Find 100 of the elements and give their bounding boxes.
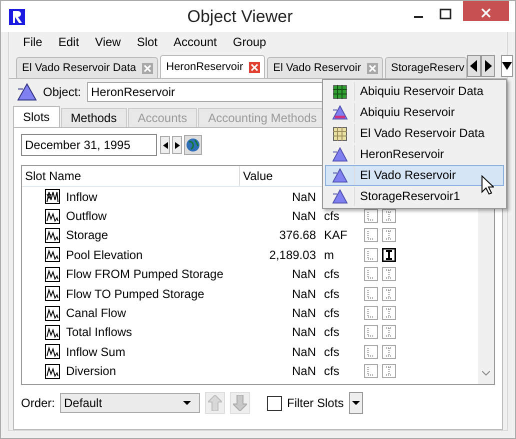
flag-icon xyxy=(364,209,378,224)
slot-name: Inflow Sum xyxy=(65,344,126,359)
menu-item[interactable]: File xyxy=(15,35,50,49)
flag-icon xyxy=(364,364,378,378)
object-tab[interactable]: StorageReserv xyxy=(385,57,468,78)
scroll-right-button[interactable] xyxy=(481,55,496,77)
slot-unit: cfs xyxy=(324,364,340,378)
slot-value: 376.68 xyxy=(278,228,316,242)
down-triangle-icon xyxy=(183,401,192,405)
close-icon xyxy=(481,8,491,18)
right-triangle-icon xyxy=(484,60,492,72)
slot-unit: m xyxy=(324,248,334,262)
right-triangle-icon xyxy=(174,142,180,148)
reservoir-icon xyxy=(332,105,348,120)
series-icon xyxy=(45,228,60,243)
slot-name: Inflow xyxy=(65,190,98,204)
object-label: Object: xyxy=(43,85,82,99)
order-label: Order: xyxy=(21,396,56,410)
menu-item[interactable]: Slot xyxy=(128,35,166,49)
slot-unit: cfs xyxy=(324,325,340,340)
menu-item[interactable]: Group xyxy=(224,35,274,49)
menu-item[interactable]: Edit xyxy=(50,35,88,49)
slot-unit: cfs xyxy=(324,344,340,359)
previous-button[interactable] xyxy=(160,136,170,154)
flag-icon xyxy=(364,267,378,282)
filter-dropdown-button[interactable] xyxy=(348,392,363,414)
left-triangle-icon xyxy=(162,142,168,148)
slot-name: Canal Flow xyxy=(65,306,128,320)
close-icon[interactable] xyxy=(249,62,260,72)
object-tab[interactable]: El Vado Reservoir Data xyxy=(16,57,158,78)
slot-value: NaN xyxy=(290,344,316,359)
order-dropdown[interactable]: Default xyxy=(60,393,200,413)
down-triangle-icon xyxy=(502,62,512,70)
slot-value: NaN xyxy=(290,190,316,204)
slot-unit: KAF xyxy=(324,228,348,242)
tab-list-button[interactable] xyxy=(501,55,514,77)
slot-name: Outflow xyxy=(65,209,108,224)
slot-name: Flow TO Pumped Storage xyxy=(65,286,206,301)
window-title: Object Viewer xyxy=(186,6,294,26)
reservoir-icon xyxy=(332,189,348,204)
slot-name: Total Inflows xyxy=(65,325,134,340)
filter-checkbox[interactable] xyxy=(267,396,282,410)
slot-value: 2,189.03 xyxy=(268,248,316,262)
globe-button[interactable] xyxy=(184,135,202,155)
app-logo-icon xyxy=(9,8,25,24)
flag-icon xyxy=(364,306,378,320)
reservoir-icon xyxy=(332,168,348,183)
series-icon xyxy=(45,344,60,360)
grid-icon xyxy=(333,126,347,140)
flag-icon xyxy=(364,325,378,340)
view-tab[interactable]: Methods xyxy=(60,108,127,127)
scroll-down-icon[interactable] xyxy=(482,371,490,376)
reservoir-icon xyxy=(17,83,37,101)
flag-icon xyxy=(364,248,378,262)
left-triangle-icon xyxy=(470,60,478,72)
slot-value: NaN xyxy=(290,267,316,282)
menu-item[interactable]: View xyxy=(87,35,129,49)
object-tab[interactable]: HeronReservoir xyxy=(160,55,266,78)
slot-unit: cfs xyxy=(324,306,340,320)
slot-value: NaN xyxy=(290,209,316,224)
slot-unit: cfs xyxy=(324,209,340,224)
scroll-left-button[interactable] xyxy=(467,55,482,77)
series-icon xyxy=(45,247,60,262)
down-triangle-icon xyxy=(352,401,360,405)
date-field[interactable]: December 31, 1995 xyxy=(21,134,157,156)
slot-unit: cfs xyxy=(324,267,340,282)
grid-icon xyxy=(333,84,347,98)
object-tab[interactable]: El Vado Reservoir xyxy=(267,57,383,78)
series-icon xyxy=(45,286,60,302)
column-header[interactable]: Value xyxy=(240,166,273,186)
slot-name: Flow FROM Pumped Storage xyxy=(65,267,224,282)
flag-icon xyxy=(364,344,378,359)
series-icon xyxy=(45,208,60,224)
series-icon xyxy=(45,364,60,379)
slot-name: Pool Elevation xyxy=(65,248,144,262)
column-header[interactable]: Slot Name xyxy=(22,166,240,186)
object-menu-item[interactable]: Abiquiu Reservoir Data xyxy=(325,81,504,102)
mouse-pointer-icon xyxy=(481,175,494,195)
menu-item[interactable]: Account xyxy=(166,35,225,49)
object-menu-item[interactable]: El Vado Reservoir xyxy=(325,165,504,186)
flag-icon xyxy=(364,286,378,301)
flag-icon xyxy=(364,228,378,242)
slot-value: NaN xyxy=(290,306,316,320)
close-button[interactable] xyxy=(463,1,509,21)
slot-name: Diversion xyxy=(65,364,118,378)
object-menu-item[interactable]: StorageReservoir1 xyxy=(325,186,504,207)
series-icon xyxy=(45,324,60,340)
next-button[interactable] xyxy=(172,136,182,154)
slot-value: NaN xyxy=(290,325,316,340)
multi-series-icon xyxy=(45,189,60,204)
object-menu-item[interactable]: HeronReservoir xyxy=(325,144,504,165)
series-icon xyxy=(45,306,60,321)
slot-name: Storage xyxy=(65,228,110,242)
slot-value: NaN xyxy=(290,286,316,301)
view-tab[interactable]: Slots xyxy=(13,106,60,127)
filter-label: Filter Slots xyxy=(287,396,344,410)
object-menu-item[interactable]: Abiquiu Reservoir xyxy=(325,102,504,123)
object-menu-item[interactable]: El Vado Reservoir Data xyxy=(325,123,504,144)
series-icon xyxy=(45,266,60,282)
slot-unit: cfs xyxy=(324,286,340,301)
